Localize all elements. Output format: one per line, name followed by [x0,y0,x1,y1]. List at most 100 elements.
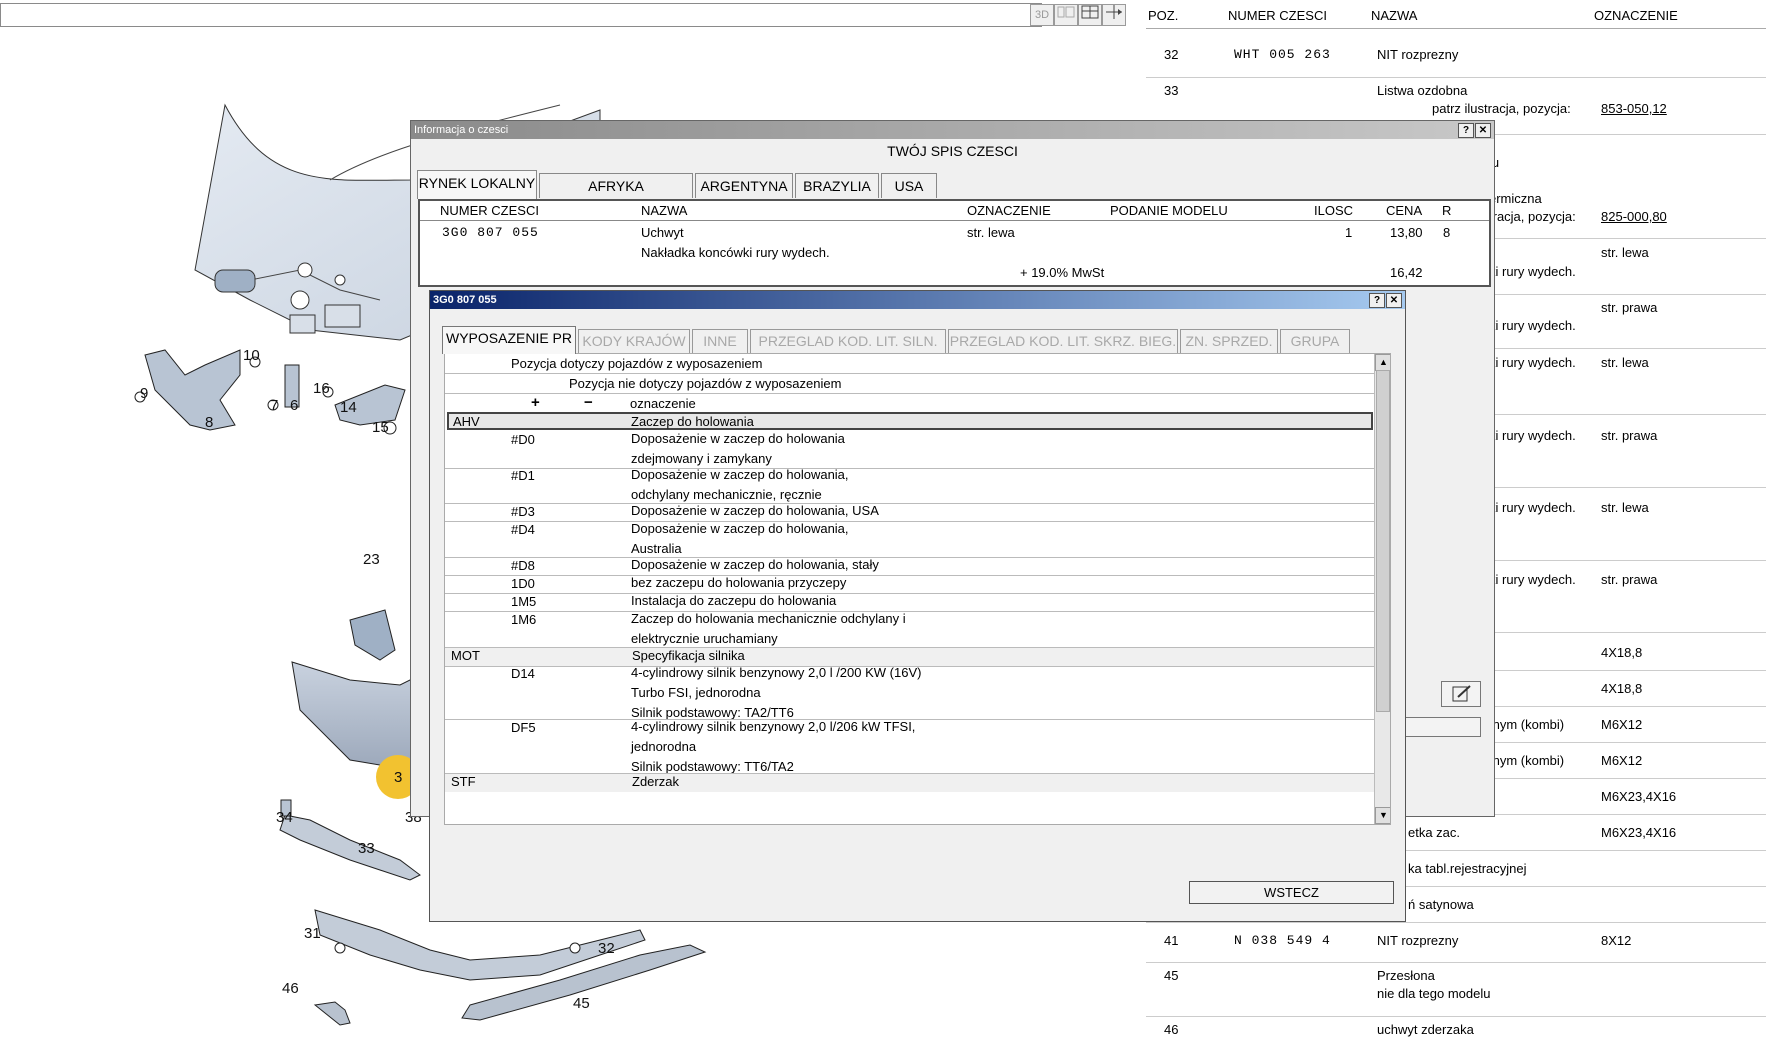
scroll-up-arrow-icon[interactable]: ▲ [1375,354,1390,371]
legend-oznaczenie: oznaczenie [630,396,696,411]
pr-description: elektrycznie uruchamiany [631,631,778,646]
3d-view-button[interactable]: 3D [1030,4,1054,26]
pr-description: Doposażenie w zaczep do holowania [631,431,845,446]
tab-rynek-lokalny[interactable]: RYNEK LOKALNY [417,170,537,199]
pr-description: bez zaczepu do holowania przyczepy [631,575,847,590]
tab-usa[interactable]: USA [881,173,937,198]
back-button[interactable]: WSTECZ [1189,881,1394,904]
row-poz: 33 [1164,83,1179,98]
row-divider [1146,962,1766,963]
row-poz: 46 [1164,1022,1179,1037]
pr-code: 1M6 [511,612,537,627]
scroll-thumb[interactable] [1376,370,1390,712]
parts-list-header: POZ. NUMER CZESCI NAZWA OZNACZENIE [1146,2,1766,29]
callout-6[interactable]: 6 [290,397,298,414]
close-button[interactable]: ✕ [1386,293,1402,308]
scroll-down-arrow-icon[interactable]: ▼ [1375,807,1390,824]
tab-argentyna[interactable]: ARGENTYNA [695,173,793,198]
row-oznaczenie: str. prawa [1601,300,1658,315]
help-button[interactable]: ? [1458,123,1474,138]
callout-15[interactable]: 15 [372,419,389,436]
row-oznaczenie: str. prawa [1601,428,1658,443]
row-divider [1146,1016,1766,1017]
pr-description: Zderzak [632,774,679,789]
col-oznaczenie: OZNACZENIE [967,203,1051,218]
pr-code: #D4 [511,522,535,537]
col-podanie: PODANIE MODELU [1110,203,1228,218]
pr-group-row[interactable]: AHV Zaczep do holowania [447,412,1373,430]
part-info-title: Informacja o czesci [414,124,509,136]
row-divider [445,373,1375,374]
tab-wyposazenie-pr[interactable]: WYPOSAZENIE PR [442,326,576,354]
row-ref-link[interactable]: 853-050,12 [1601,101,1667,116]
callout-8[interactable]: 8 [205,414,213,431]
callout-14[interactable]: 14 [340,399,357,416]
pr-code: #D1 [511,468,535,483]
callout-7[interactable]: 7 [270,397,278,414]
cell-ilosc: 1 [1345,225,1353,240]
cell-r: 8 [1443,225,1451,240]
cell-oznaczenie: str. lewa [967,225,1015,240]
row-nazwa: ka tabl.rejestracyjnej [1408,861,1527,876]
pr-group-code: STF [451,774,476,789]
row-nazwa: etka zac. [1408,825,1461,840]
pr-code: DF5 [511,720,536,735]
callout-34[interactable]: 34 [276,809,293,826]
callout-45[interactable]: 45 [573,995,590,1012]
row-divider [445,575,1375,576]
row-nazwa: NIT rozprezny [1377,933,1459,948]
row-oznaczenie: str. lewa [1601,500,1649,515]
edit-icon [1452,685,1471,702]
callout-46[interactable]: 46 [282,980,299,997]
row-nazwa: tnym (kombi) [1489,753,1565,768]
row-nazwa: ki rury wydech. [1489,264,1576,279]
legend-not-applies: Pozycja nie dotyczy pojazdów z wyposazen… [569,376,842,391]
tab-zn-sprzed[interactable]: ZN. SPRZED. [1180,329,1278,353]
callout-23[interactable]: 23 [363,551,380,568]
window1-action-button[interactable] [1401,717,1481,737]
row-divider [445,468,1375,469]
cell-numer[interactable]: 3G0 807 055 [442,225,539,240]
header-poz: POZ. [1148,8,1179,23]
pr-group-row[interactable]: STF Zderzak [445,774,1375,792]
pr-window-titlebar[interactable]: 3G0 807 055 ? ✕ [430,291,1405,309]
tab-brazylia[interactable]: BRAZYLIA [795,173,879,198]
table-view-icon[interactable] [1078,4,1102,26]
tab-grupa[interactable]: GRUPA [1280,329,1350,353]
pr-group-code: AHV [453,414,480,429]
pr-description: 4-cylindrowy silnik benzynowy 2,0 l/206 … [631,719,916,734]
split-view-icon[interactable] [1102,4,1126,26]
pr-code: 1D0 [511,576,535,591]
help-button[interactable]: ? [1369,293,1385,308]
parts-list-heading: TWÓJ SPIS CZESCI [887,143,1018,159]
row-nazwa: ki rury wydech. [1489,428,1576,443]
row-nazwa: uchwyt zderzaka [1377,1022,1474,1037]
row-oznaczenie: M6X23,4X16 [1601,789,1677,804]
callout-16[interactable]: 16 [313,380,330,397]
callout-31[interactable]: 31 [304,925,321,942]
tab-przeglad-silnik[interactable]: PRZEGLAD KOD. LIT. SILN. [750,329,946,353]
row-oznaczenie: 4X18,8 [1601,681,1643,696]
edit-button[interactable] [1441,681,1481,707]
header-nazwa: NAZWA [1371,8,1418,23]
tab-kody-krajow[interactable]: KODY KRAJÓW [578,329,690,353]
row-nazwa: ń satynowa [1408,897,1474,912]
pr-code: #D3 [511,504,535,519]
part-info-titlebar[interactable]: Informacja o czesci ? ✕ [411,121,1494,139]
row-divider [1146,77,1766,78]
tab-przeglad-skrzynia[interactable]: PRZEGLAD KOD. LIT. SKRZ. BIEG. [948,329,1178,353]
callout-9[interactable]: 9 [140,385,148,402]
close-button[interactable]: ✕ [1475,123,1491,138]
row-ref-link[interactable]: 825-000,80 [1601,209,1667,224]
grid-view-icon[interactable] [1054,4,1078,26]
callout-33[interactable]: 33 [358,840,375,857]
tab-afryka-poludniowa[interactable]: AFRYKA POLUDNIOWA [539,173,693,218]
tab-inne[interactable]: INNE [692,329,748,353]
callout-32[interactable]: 32 [598,940,615,957]
pr-code: D14 [511,666,535,681]
row-nazwa: ki rury wydech. [1489,572,1576,587]
callout-3[interactable]: 3 [394,769,402,786]
callout-10[interactable]: 10 [243,347,260,364]
col-numer: NUMER CZESCI [440,203,539,218]
pr-list-scrollbar[interactable]: ▲ ▼ [1374,354,1390,824]
